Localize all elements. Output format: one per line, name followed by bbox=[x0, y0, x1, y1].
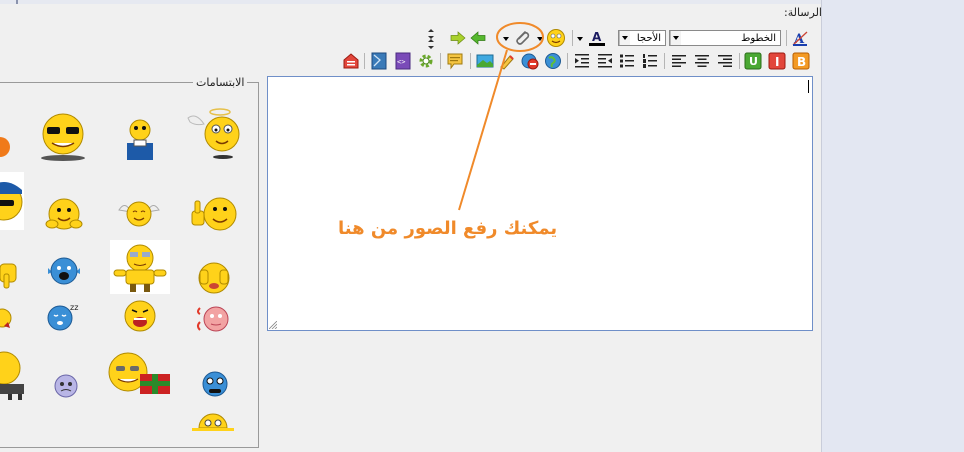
blue-smiley-icon[interactable] bbox=[200, 368, 230, 400]
svg-text:zz: zz bbox=[70, 303, 78, 312]
embarrassed-smiley-icon[interactable] bbox=[194, 260, 234, 296]
sad-purple-smiley-icon[interactable] bbox=[52, 372, 80, 400]
pointing-bear-smiley-icon[interactable] bbox=[110, 240, 170, 294]
cap-smiley-icon[interactable] bbox=[0, 172, 24, 230]
hugging-smiley-icon[interactable] bbox=[44, 196, 84, 234]
glasses-smiley-icon[interactable] bbox=[36, 112, 90, 162]
moneybag-smiley-icon[interactable] bbox=[124, 118, 156, 162]
crying-smiley-icon[interactable] bbox=[46, 256, 82, 286]
wave-smiley-icon[interactable] bbox=[0, 132, 10, 162]
scared-smiley-icon[interactable] bbox=[122, 298, 158, 334]
angel-smiley-icon[interactable] bbox=[186, 104, 242, 160]
shy-smiley-icon[interactable] bbox=[0, 306, 14, 330]
gift-smiley-icon[interactable] bbox=[104, 350, 174, 398]
peeking-smiley-icon[interactable] bbox=[192, 408, 234, 438]
devil-smiley-icon[interactable] bbox=[196, 304, 232, 334]
smilies-legend: الابتسامات bbox=[193, 76, 248, 89]
thumb-down-smiley-icon[interactable] bbox=[0, 256, 20, 290]
sleepy-smiley-icon[interactable]: zz bbox=[44, 300, 84, 332]
music-smiley-icon[interactable] bbox=[0, 348, 26, 400]
thumbs-up-smiley-icon[interactable] bbox=[188, 194, 240, 234]
highlight-ellipse bbox=[496, 22, 544, 52]
annotation-text: يمكنك رفع الصور من هنا bbox=[338, 218, 558, 239]
annotation-arrow bbox=[458, 49, 508, 211]
angel-wings-smiley-icon[interactable] bbox=[117, 198, 161, 230]
